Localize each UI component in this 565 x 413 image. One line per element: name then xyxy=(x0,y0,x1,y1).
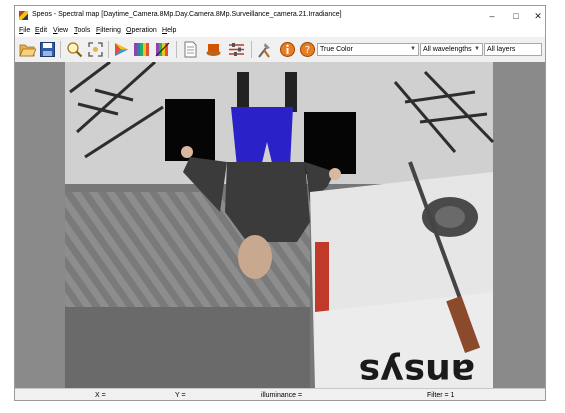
layers-select[interactable]: All layers xyxy=(484,43,542,56)
color-mode-select[interactable]: True Color ▼ xyxy=(317,43,419,56)
wavelength-value: All wavelengths xyxy=(423,46,472,53)
zoom-icon[interactable] xyxy=(66,41,83,58)
layers-icon[interactable] xyxy=(205,41,222,58)
save-icon[interactable] xyxy=(39,41,56,58)
filter-readout: Filter = 1 xyxy=(427,392,455,399)
maximize-button[interactable]: □ xyxy=(505,9,527,23)
app-icon xyxy=(19,11,28,20)
title-bar: Speos - Spectral map [Daytime_Camera.8Mp… xyxy=(15,6,545,25)
wavelength-select[interactable]: All wavelengths ▼ xyxy=(420,43,483,56)
svg-text:?: ? xyxy=(305,45,310,56)
layers-value: All layers xyxy=(487,46,516,53)
illuminance-readout: illuminance = xyxy=(261,392,303,399)
toolbar-separator xyxy=(176,41,177,58)
color-mode-value: True Color xyxy=(320,46,353,53)
chevron-down-icon: ▼ xyxy=(474,46,480,52)
toolbar: ? True Color ▼ All wavelengths ▼ All lay… xyxy=(15,37,545,63)
close-button[interactable]: ✕ xyxy=(527,9,545,23)
toolbar-separator xyxy=(108,41,109,58)
menu-view[interactable]: View xyxy=(53,27,68,34)
chevron-down-icon: ▼ xyxy=(410,46,416,52)
info-icon[interactable] xyxy=(279,41,296,58)
open-icon[interactable] xyxy=(19,41,36,58)
menu-operation[interactable]: Operation xyxy=(126,27,157,34)
menu-file[interactable]: File xyxy=(19,27,30,34)
menu-help[interactable]: Help xyxy=(162,27,176,34)
spectral-map-window: Speos - Spectral map [Daytime_Camera.8Mp… xyxy=(14,5,546,401)
color-wheel-icon[interactable] xyxy=(113,41,130,58)
status-bar: X = Y = illuminance = Filter = 1 xyxy=(15,388,545,400)
menu-filtering[interactable]: Filtering xyxy=(96,27,121,34)
camera-render-image: ansys xyxy=(15,62,545,388)
document-icon[interactable] xyxy=(182,41,199,58)
spectral-map-view[interactable]: ansys xyxy=(15,62,545,388)
toolbar-separator xyxy=(251,41,252,58)
menu-tools[interactable]: Tools xyxy=(74,27,90,34)
spectrum-filter-icon[interactable] xyxy=(154,41,171,58)
help-icon[interactable]: ? xyxy=(299,41,316,58)
menu-edit[interactable]: Edit xyxy=(35,27,47,34)
y-readout: Y = xyxy=(175,392,186,399)
minimize-button[interactable]: – xyxy=(481,9,503,23)
zoom-fit-icon[interactable] xyxy=(87,41,104,58)
tools-icon[interactable] xyxy=(256,41,273,58)
sign-text: ansys xyxy=(359,351,475,388)
menu-bar: File Edit View Tools Filtering Operation… xyxy=(15,25,545,37)
x-readout: X = xyxy=(95,392,106,399)
window-title: Speos - Spectral map [Daytime_Camera.8Mp… xyxy=(32,11,342,18)
spectrum-icon[interactable] xyxy=(133,41,150,58)
sliders-icon[interactable] xyxy=(228,41,245,58)
toolbar-separator xyxy=(60,41,61,58)
